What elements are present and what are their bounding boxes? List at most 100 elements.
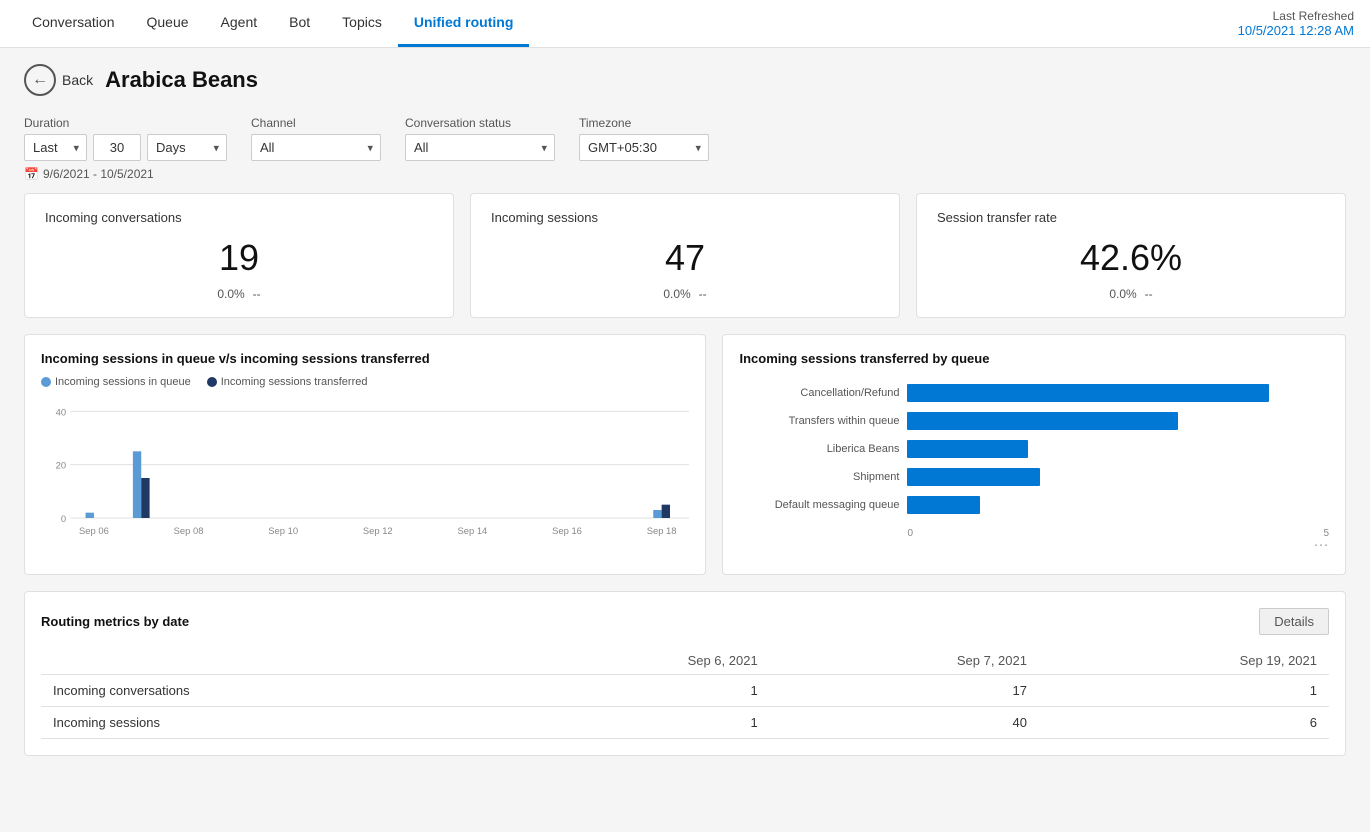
kpi-card-2: Session transfer rate 42.6% 0.0% -- <box>916 193 1346 318</box>
svg-text:Sep 14: Sep 14 <box>458 526 488 536</box>
nav-tab-topics[interactable]: Topics <box>326 0 398 47</box>
charts-row: Incoming sessions in queue v/s incoming … <box>24 334 1346 575</box>
hbar-track-1 <box>907 412 1329 430</box>
hbar-ellipsis: … <box>739 533 1329 551</box>
cell-0-1: 17 <box>770 675 1039 707</box>
col-header-2: Sep 7, 2021 <box>770 647 1039 675</box>
date-range: 📅 9/6/2021 - 10/5/2021 <box>24 167 1346 181</box>
conv-status-select[interactable]: All <box>405 134 555 161</box>
svg-text:Sep 08: Sep 08 <box>174 526 204 536</box>
kpi-trend-0: -- <box>253 287 261 301</box>
hbar-track-4 <box>907 496 1329 514</box>
hbar-row-2: Liberica Beans <box>739 440 1329 458</box>
bar-chart-legend: Incoming sessions in queueIncoming sessi… <box>41 376 689 388</box>
main-content: ← Back Arabica Beans Duration Last Days <box>0 48 1370 832</box>
kpi-sub-0: 0.0% -- <box>45 287 433 301</box>
details-button[interactable]: Details <box>1259 608 1329 635</box>
hbar-tick-0: 0 <box>907 528 913 539</box>
last-refreshed-label: Last Refreshed <box>1238 9 1354 23</box>
hbar-row-4: Default messaging queue <box>739 496 1329 514</box>
kpi-row: Incoming conversations 19 0.0% -- Incomi… <box>24 193 1346 318</box>
svg-text:Sep 06: Sep 06 <box>79 526 109 536</box>
date-range-text: 9/6/2021 - 10/5/2021 <box>43 167 154 181</box>
legend-dot-1 <box>207 377 217 387</box>
hbar-row-3: Shipment <box>739 468 1329 486</box>
row-label-0: Incoming conversations <box>41 675 500 707</box>
kpi-pct-0: 0.0% <box>217 287 244 301</box>
hbar-row-1: Transfers within queue <box>739 412 1329 430</box>
svg-text:Sep 18: Sep 18 <box>647 526 677 536</box>
cell-0-2: 1 <box>1039 675 1329 707</box>
kpi-card-0: Incoming conversations 19 0.0% -- <box>24 193 454 318</box>
hbar-chart-title: Incoming sessions transferred by queue <box>739 351 1329 366</box>
hbar-track-2 <box>907 440 1329 458</box>
timezone-select[interactable]: GMT+05:30 <box>579 134 709 161</box>
svg-text:40: 40 <box>56 408 66 418</box>
conv-status-filter: Conversation status All <box>405 116 555 161</box>
page-header: ← Back Arabica Beans <box>24 64 1346 96</box>
metrics-panel: Routing metrics by date Details Sep 6, 2… <box>24 591 1346 756</box>
refresh-time: 10/5/2021 12:28 AM <box>1238 23 1354 38</box>
cell-1-2: 6 <box>1039 707 1329 739</box>
duration-unit-select[interactable]: Days <box>147 134 227 161</box>
kpi-card-1: Incoming sessions 47 0.0% -- <box>470 193 900 318</box>
timezone-filter: Timezone GMT+05:30 <box>579 116 709 161</box>
duration-number-input[interactable] <box>93 134 141 161</box>
cell-0-0: 1 <box>500 675 769 707</box>
hbar-fill-3 <box>907 468 1039 486</box>
back-circle-icon: ← <box>24 64 56 96</box>
legend-label-1: Incoming sessions transferred <box>221 376 368 388</box>
kpi-value-1: 47 <box>491 237 879 279</box>
duration-preset-wrapper: Last <box>24 134 87 161</box>
nav-tab-bot[interactable]: Bot <box>273 0 326 47</box>
channel-wrapper: All <box>251 134 381 161</box>
cell-1-0: 1 <box>500 707 769 739</box>
svg-text:Sep 12: Sep 12 <box>363 526 393 536</box>
bar-chart-title: Incoming sessions in queue v/s incoming … <box>41 351 689 366</box>
top-nav: ConversationQueueAgentBotTopicsUnified r… <box>0 0 1370 48</box>
nav-tabs: ConversationQueueAgentBotTopicsUnified r… <box>16 0 529 47</box>
metrics-header-row: Routing metrics by date Details <box>41 608 1329 635</box>
filters-row: Duration Last Days Channel All <box>24 116 1346 161</box>
hbar-label-1: Transfers within queue <box>739 415 899 427</box>
hbar-fill-0 <box>907 384 1268 402</box>
kpi-trend-1: -- <box>699 287 707 301</box>
page-title: Arabica Beans <box>105 67 258 93</box>
bar-chart-panel: Incoming sessions in queue v/s incoming … <box>24 334 706 575</box>
nav-tab-agent[interactable]: Agent <box>205 0 274 47</box>
hbar-fill-1 <box>907 412 1178 430</box>
svg-text:Sep 16: Sep 16 <box>552 526 582 536</box>
nav-tab-conversation[interactable]: Conversation <box>16 0 131 47</box>
table-row-1: Incoming sessions1406 <box>41 707 1329 739</box>
conv-status-wrapper: All <box>405 134 555 161</box>
hbar-label-0: Cancellation/Refund <box>739 387 899 399</box>
nav-tab-queue[interactable]: Queue <box>131 0 205 47</box>
table-row-0: Incoming conversations1171 <box>41 675 1329 707</box>
svg-text:Sep 10: Sep 10 <box>268 526 298 536</box>
channel-label: Channel <box>251 116 381 130</box>
hbar-row-0: Cancellation/Refund <box>739 384 1329 402</box>
nav-tab-unified-routing[interactable]: Unified routing <box>398 0 530 47</box>
duration-unit-wrapper: Days <box>147 134 227 161</box>
cell-1-1: 40 <box>770 707 1039 739</box>
back-button[interactable]: ← Back <box>24 64 93 96</box>
kpi-title-1: Incoming sessions <box>491 210 879 225</box>
hbar-track-3 <box>907 468 1329 486</box>
duration-label: Duration <box>24 116 227 130</box>
hbar-label-2: Liberica Beans <box>739 443 899 455</box>
hbar-label-3: Shipment <box>739 471 899 483</box>
kpi-value-0: 19 <box>45 237 433 279</box>
kpi-sub-1: 0.0% -- <box>491 287 879 301</box>
bar-chart-svg: 02040Sep 06Sep 08Sep 10Sep 12Sep 14Sep 1… <box>41 398 689 558</box>
col-header-1: Sep 6, 2021 <box>500 647 769 675</box>
timezone-wrapper: GMT+05:30 <box>579 134 709 161</box>
last-refreshed: Last Refreshed 10/5/2021 12:28 AM <box>1238 9 1354 38</box>
legend-dot-0 <box>41 377 51 387</box>
bar-legend-item-1: Incoming sessions transferred <box>207 376 368 388</box>
duration-preset-select[interactable]: Last <box>24 134 87 161</box>
channel-select[interactable]: All <box>251 134 381 161</box>
hbar-chart: Cancellation/Refund Transfers within que… <box>739 376 1329 543</box>
duration-controls: Last Days <box>24 134 227 161</box>
kpi-trend-2: -- <box>1145 287 1153 301</box>
back-label: Back <box>62 72 93 88</box>
